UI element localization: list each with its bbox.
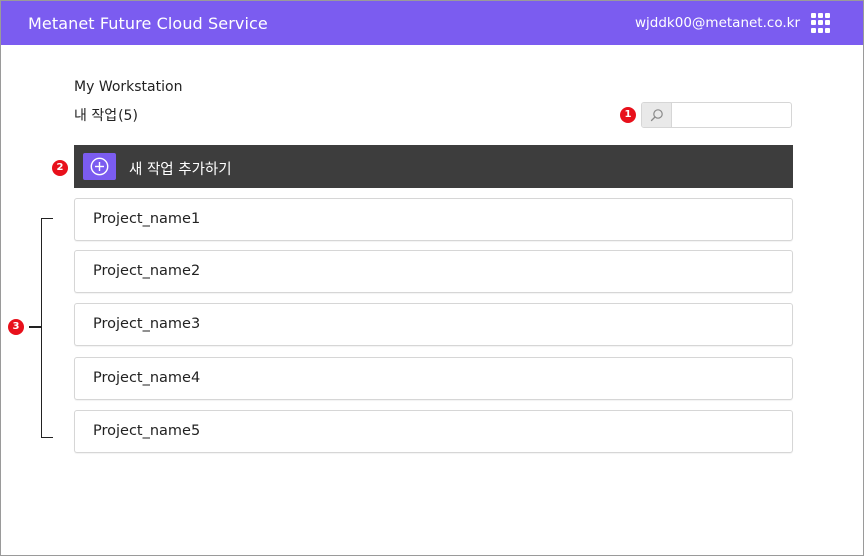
grid-dot: [825, 13, 830, 18]
task-list-heading: 내 작업(5): [74, 105, 138, 125]
task-count: (5): [118, 108, 138, 124]
project-name: Project_name1: [93, 211, 201, 227]
annotation-marker-1: 1: [620, 107, 636, 123]
annotation-marker-2: 2: [52, 160, 68, 176]
search-box: [641, 102, 792, 128]
add-task-button[interactable]: 새 작업 추가하기: [74, 145, 793, 188]
grid-dot: [811, 13, 816, 18]
app-title: Metanet Future Cloud Service: [28, 14, 268, 33]
top-navigation-bar: Metanet Future Cloud Service wjddk00@met…: [1, 1, 863, 45]
workstation-title: My Workstation: [74, 79, 183, 95]
add-task-label: 새 작업 추가하기: [129, 162, 232, 178]
task-list-label: 내 작업: [74, 108, 118, 124]
project-list-item[interactable]: Project_name1: [74, 198, 793, 241]
project-name: Project_name3: [93, 316, 201, 332]
project-name: Project_name2: [93, 263, 201, 279]
grid-dot: [818, 20, 823, 26]
app-window: Metanet Future Cloud Service wjddk00@met…: [0, 0, 864, 556]
grid-dot: [818, 27, 823, 33]
project-list-item[interactable]: Project_name2: [74, 250, 793, 293]
project-list-item[interactable]: Project_name3: [74, 303, 793, 346]
project-list-bracket: [41, 218, 53, 438]
grid-dot: [825, 20, 830, 26]
user-email[interactable]: wjddk00@metanet.co.kr: [635, 15, 800, 31]
project-name: Project_name4: [93, 370, 201, 386]
grid-dot: [811, 27, 816, 33]
grid-apps-icon[interactable]: [811, 13, 831, 33]
search-icon[interactable]: [642, 103, 672, 127]
search-input[interactable]: [672, 103, 790, 127]
grid-dot: [818, 13, 823, 18]
grid-dot: [811, 20, 816, 26]
annotation-marker-3: 3: [8, 319, 24, 335]
project-list-item[interactable]: Project_name5: [74, 410, 793, 453]
project-list-item[interactable]: Project_name4: [74, 357, 793, 400]
bracket-tick: [29, 326, 41, 328]
plus-circle-icon: [83, 153, 116, 180]
grid-dot: [825, 27, 830, 33]
project-name: Project_name5: [93, 423, 201, 439]
